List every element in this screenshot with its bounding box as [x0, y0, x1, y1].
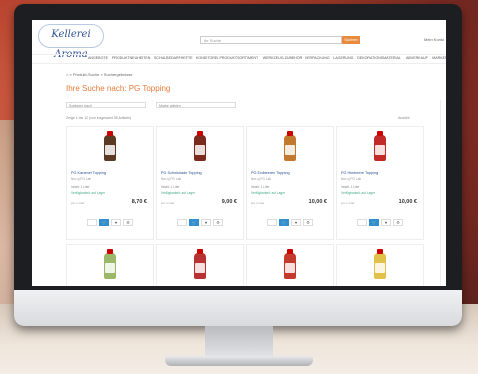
product-availability: Verfügbarkeit: auf Lager [71, 191, 106, 195]
compare-icon[interactable]: ⚙ [393, 219, 403, 226]
monitor-stand-neck [205, 326, 273, 358]
nav-item[interactable]: MARKEN [432, 56, 446, 60]
monitor-stand-base [165, 356, 313, 366]
product-brand: Nor-sj PG Lab [341, 177, 362, 181]
nav-item[interactable]: KONDITOREI-PRODUKTSORTIMENT [196, 56, 258, 60]
product-image[interactable] [104, 131, 116, 161]
product-name[interactable]: PG Himbeere Topping [341, 171, 378, 175]
product-image[interactable] [374, 249, 386, 279]
product-availability: Verfügbarkeit: auf Lager [341, 191, 376, 195]
nav-item[interactable]: LAGERUNG [333, 56, 353, 60]
product-image[interactable] [374, 131, 386, 161]
view-toggle[interactable]: Ansicht [398, 116, 409, 120]
quantity-input[interactable] [177, 219, 187, 226]
site-logo[interactable]: Kellerei Aroma [38, 24, 104, 60]
site-header: Kellerei Aroma Ihr Suche Suchen Mein Kon… [32, 20, 446, 60]
nav-item[interactable]: SCHULBEDARFHEFTE [154, 56, 193, 60]
add-to-cart-button[interactable]: 🛒 [369, 219, 379, 226]
product-name[interactable]: PG Schokolade Topping [161, 171, 202, 175]
nav-item[interactable]: WERKZEUG-ZUBEHÖR [263, 56, 303, 60]
product-brand: Nor-sj PG Lab [161, 177, 182, 181]
account-link[interactable]: Mein Konto [424, 37, 444, 42]
breadcrumb: ⌂ » Produkt-Suche » Suchergebnisse [66, 72, 132, 77]
product-brand: Nor-sj PG Lab [251, 177, 272, 181]
quantity-controls: 🛒 ♥ ⚙ [177, 219, 225, 226]
breadcrumb-text[interactable]: » Produkt-Suche » Suchergebnisse [70, 72, 133, 77]
product-brand: Nor-sj PG Lab [71, 177, 92, 181]
wishlist-icon[interactable]: ♥ [381, 219, 391, 226]
product-image[interactable] [194, 249, 206, 279]
monitor-chin [14, 290, 462, 326]
sort-select[interactable]: Sortieren nach [66, 102, 146, 108]
quantity-controls: 🛒 ♥ ⚙ [87, 219, 135, 226]
product-card[interactable]: PG Himbeere Topping Nor-sj PG Lab Inhalt: … [336, 126, 424, 240]
wishlist-icon[interactable]: ♥ [291, 219, 301, 226]
home-icon[interactable]: ⌂ [66, 72, 68, 77]
nav-item[interactable]: PRODUKTNEUHEITEN [112, 56, 150, 60]
product-card[interactable] [336, 244, 424, 286]
nav-item[interactable]: ABVERKAUF [406, 56, 428, 60]
product-image[interactable] [284, 249, 296, 279]
product-image[interactable] [284, 131, 296, 161]
compare-icon[interactable]: ⚙ [303, 219, 313, 226]
product-card[interactable] [246, 244, 334, 286]
nav-item[interactable]: DEKORATIONSMATERIAL [357, 56, 401, 60]
product-image[interactable] [194, 131, 206, 161]
quantity-controls: 🛒 ♥ ⚙ [267, 219, 315, 226]
quantity-input[interactable] [87, 219, 97, 226]
result-count: Zeige 1 bis 12 (von insgesamt 38 Artikel… [66, 116, 132, 120]
product-price: 10,00 € [398, 199, 417, 205]
add-to-cart-button[interactable]: 🛒 [189, 219, 199, 226]
nav-item[interactable]: ANGEBOTE [88, 56, 108, 60]
product-name[interactable]: PG Karamel Topping [71, 171, 106, 175]
add-to-cart-button[interactable]: 🛒 [99, 219, 109, 226]
product-content: Inhalt: 1 Liter [71, 185, 90, 189]
wishlist-icon[interactable]: ♥ [201, 219, 211, 226]
product-card[interactable]: PG Schokolade Topping Nor-sj PG Lab Inhalt… [156, 126, 244, 240]
product-availability: Verfügbarkeit: auf Lager [251, 191, 286, 195]
page-title: Ihre Suche nach: PG Topping [66, 84, 171, 93]
search-input[interactable]: Ihr Suche [200, 36, 342, 44]
right-sidebar [440, 100, 446, 286]
nav-item[interactable]: VERPACKUNG [305, 56, 330, 60]
product-availability: Verfügbarkeit: auf Lager [161, 191, 196, 195]
product-price: 8,70 € [131, 199, 147, 205]
product-content: Inhalt: 1 Liter [251, 185, 270, 189]
product-unit-price: pro 1 Liter [71, 201, 85, 205]
quantity-controls: 🛒 ♥ ⚙ [357, 219, 405, 226]
wishlist-icon[interactable]: ♥ [111, 219, 121, 226]
monitor-screen: Kellerei Aroma Ihr Suche Suchen Mein Kon… [32, 20, 446, 286]
quantity-input[interactable] [267, 219, 277, 226]
product-image[interactable] [104, 249, 116, 279]
product-card[interactable] [156, 244, 244, 286]
product-card[interactable]: PG Erdbeeren Topping Nor-sj PG Lab Inhalt:… [246, 126, 334, 240]
add-to-cart-button[interactable]: 🛒 [279, 219, 289, 226]
main-nav: ANGEBOTE PRODUKTNEUHEITEN SCHULBEDARFHEFTE… [32, 54, 446, 64]
search-button[interactable]: Suchen [342, 36, 360, 44]
compare-icon[interactable]: ⚙ [123, 219, 133, 226]
product-content: Inhalt: 1 Liter [161, 185, 180, 189]
quantity-input[interactable] [357, 219, 367, 226]
product-unit-price: pro 1 Liter [161, 201, 175, 205]
product-price: 9,00 € [221, 199, 237, 205]
compare-icon[interactable]: ⚙ [213, 219, 223, 226]
product-price: 10,00 € [308, 199, 327, 205]
product-unit-price: pro 1 Liter [251, 201, 265, 205]
product-name[interactable]: PG Erdbeeren Topping [251, 171, 290, 175]
product-card[interactable]: PG Karamel Topping Nor-sj PG Lab Inhalt: 1… [66, 126, 154, 240]
product-card[interactable] [66, 244, 154, 286]
product-content: Inhalt: 1 Liter [341, 185, 360, 189]
brand-select[interactable]: Marke wählen [156, 102, 236, 108]
product-unit-price: pro 1 Liter [341, 201, 355, 205]
